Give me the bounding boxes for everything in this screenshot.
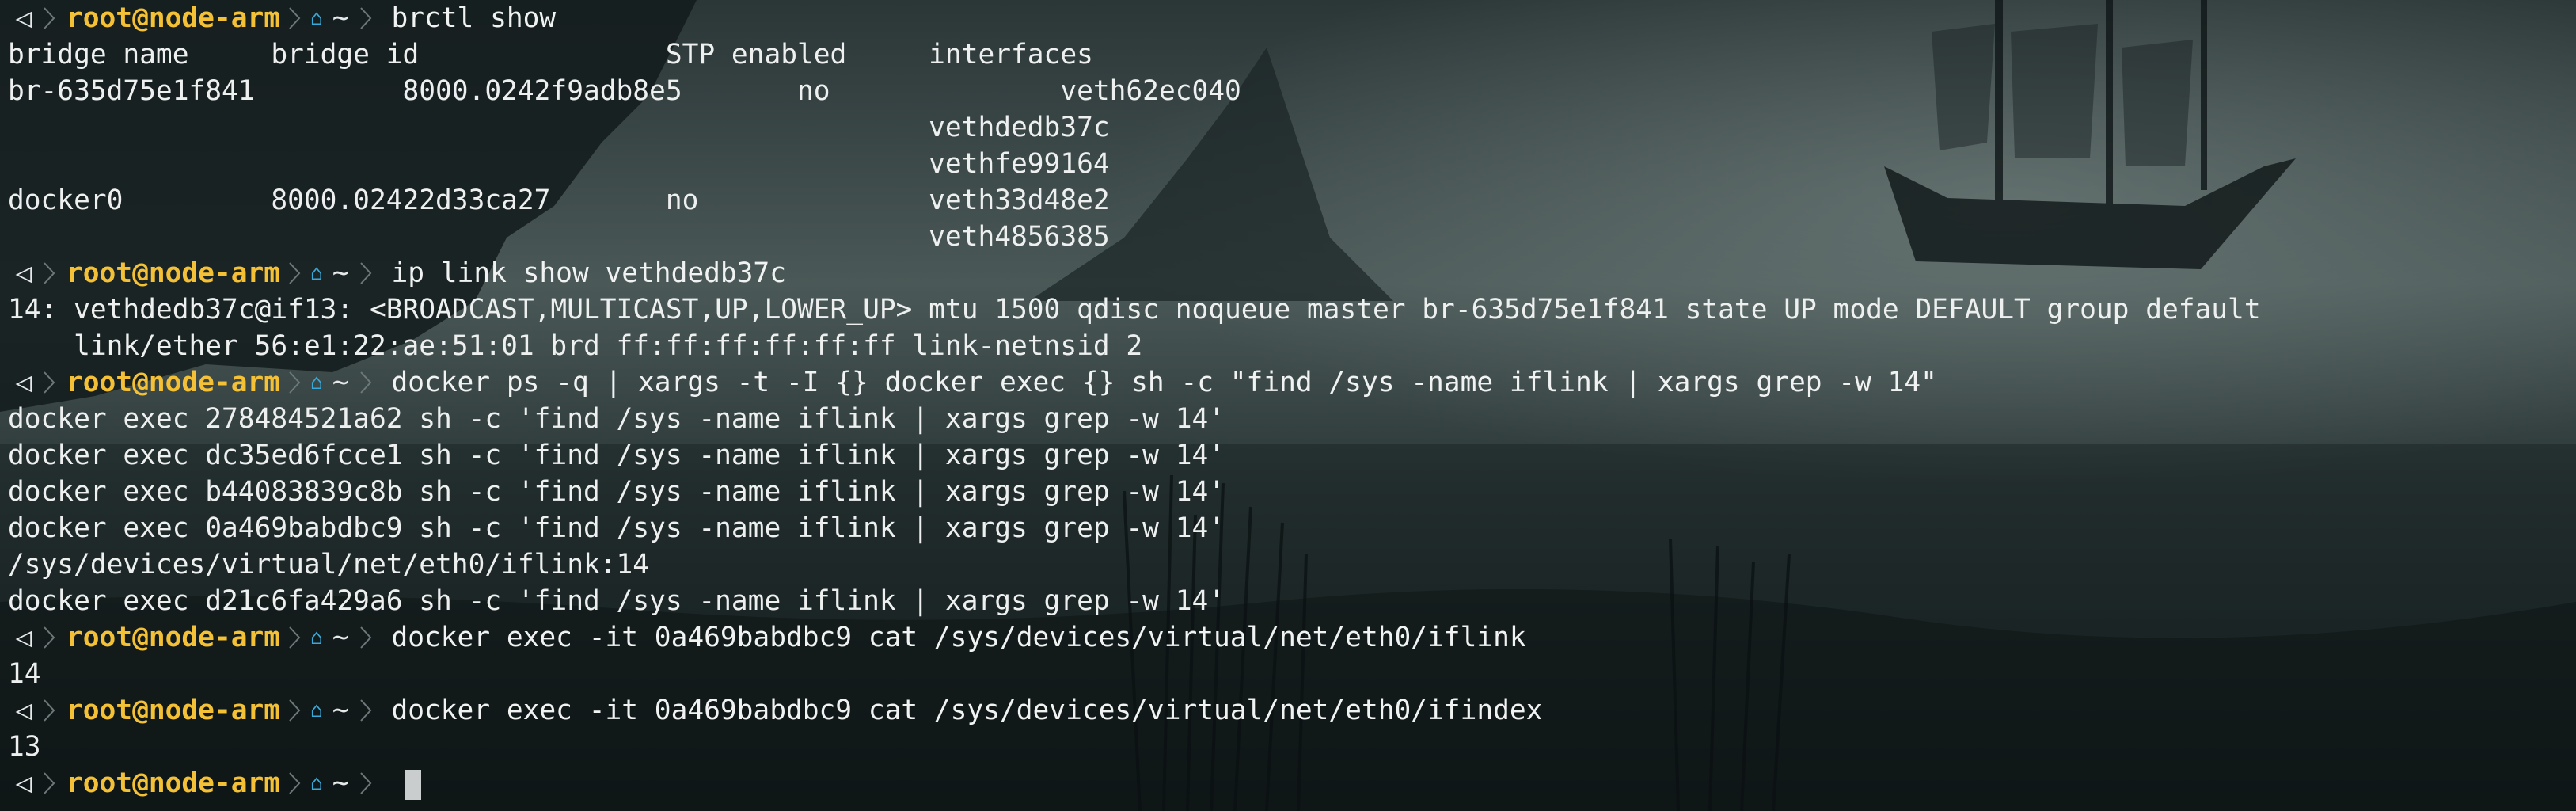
prompt-cwd: ~ (332, 767, 349, 799)
prompt-user-host: root@node-arm (66, 367, 281, 398)
output-line: vethdedb37c (8, 109, 2261, 146)
output-text: veth4856385 (8, 221, 1110, 253)
prompt-separator-icon (289, 772, 301, 794)
output-line: 13 (8, 729, 2261, 765)
prompt-line: ◁ root@node-arm ⌂ ~ docker exec -it 0a469bab… (8, 619, 2261, 656)
shell-prompt: ◁ root@node-arm ⌂ ~ (8, 619, 377, 656)
output-text: vethdedb37c (8, 112, 1110, 143)
prompt-separator-icon (360, 772, 372, 794)
home-icon: ⌂ (310, 371, 323, 394)
os-icon: ◁ (15, 367, 32, 398)
output-text: /sys/devices/virtual/net/eth0/iflink:14 (8, 549, 650, 581)
prompt-cwd: ~ (332, 257, 349, 289)
output-text: docker exec b44083839c8b sh -c 'find /sy… (8, 476, 1225, 508)
shell-prompt: ◁ root@node-arm ⌂ ~ (8, 692, 377, 729)
output-line: bridge name bridge id STP enabled interf… (8, 36, 2261, 73)
shell-prompt: ◁ root@node-arm ⌂ ~ (8, 364, 377, 401)
output-text: 13 (8, 731, 41, 763)
prompt-separator-icon (360, 371, 372, 394)
prompt-separator-icon (289, 7, 301, 29)
prompt-user-host: root@node-arm (66, 695, 281, 726)
output-text: docker0 8000.02422d33ca27 no veth33d48e2 (8, 185, 1110, 216)
prompt-separator-icon (289, 626, 301, 649)
home-icon: ⌂ (310, 626, 323, 649)
prompt-separator-icon (44, 626, 55, 649)
output-line: docker exec 278484521a62 sh -c 'find /sy… (8, 401, 2261, 437)
prompt-separator-icon (289, 699, 301, 722)
shell-prompt: ◁ root@node-arm ⌂ ~ (8, 765, 377, 801)
prompt-cwd: ~ (332, 695, 349, 726)
terminal-window[interactable]: ◁ root@node-arm ⌂ ~ brctl show bridge name br… (0, 0, 2576, 811)
command-text: ip link show vethdedb37c (391, 257, 786, 289)
prompt-line: ◁ root@node-arm ⌂ ~ docker exec -it 0a469bab… (8, 692, 2261, 729)
output-text: br-635d75e1f841 8000.0242f9adb8e5 no vet… (8, 75, 1241, 107)
output-line: /sys/devices/virtual/net/eth0/iflink:14 (8, 546, 2261, 583)
prompt-separator-icon (360, 626, 372, 649)
output-line: link/ether 56:e1:22:ae:51:01 brd ff:ff:f… (8, 328, 2261, 364)
shell-prompt: ◁ root@node-arm ⌂ ~ (8, 0, 377, 36)
output-text: vethfe99164 (8, 148, 1110, 180)
output-line: veth4856385 (8, 219, 2261, 255)
output-line: docker exec 0a469babdbc9 sh -c 'find /sy… (8, 510, 2261, 546)
os-icon: ◁ (15, 695, 32, 726)
os-icon: ◁ (15, 2, 32, 34)
output-text: docker exec d21c6fa429a6 sh -c 'find /sy… (8, 585, 1225, 617)
terminal-output: ◁ root@node-arm ⌂ ~ brctl show bridge name br… (8, 0, 2261, 801)
command-text: docker exec -it 0a469babdbc9 cat /sys/de… (391, 695, 1543, 726)
os-icon: ◁ (15, 767, 32, 799)
prompt-user-host: root@node-arm (66, 767, 281, 799)
os-icon: ◁ (15, 257, 32, 289)
output-line: docker exec dc35ed6fcce1 sh -c 'find /sy… (8, 437, 2261, 474)
prompt-user-host: root@node-arm (66, 257, 281, 289)
text-cursor[interactable] (405, 769, 422, 800)
output-line: 14: vethdedb37c@if13: <BROADCAST,MULTICA… (8, 291, 2261, 328)
output-text: link/ether 56:e1:22:ae:51:01 brd ff:ff:f… (8, 330, 1143, 362)
shell-prompt: ◁ root@node-arm ⌂ ~ (8, 255, 377, 291)
prompt-separator-icon (360, 262, 372, 284)
prompt-separator-icon (289, 262, 301, 284)
output-line: docker0 8000.02422d33ca27 no veth33d48e2 (8, 182, 2261, 219)
prompt-separator-icon (44, 7, 55, 29)
home-icon: ⌂ (310, 261, 323, 285)
prompt-line: ◁ root@node-arm ⌂ ~ (8, 765, 2261, 801)
prompt-user-host: root@node-arm (66, 2, 281, 34)
home-icon: ⌂ (310, 6, 323, 30)
prompt-separator-icon (289, 371, 301, 394)
command-text: docker exec -it 0a469babdbc9 cat /sys/de… (391, 622, 1526, 653)
command-text: brctl show (391, 2, 557, 34)
output-text: docker exec 278484521a62 sh -c 'find /sy… (8, 403, 1225, 435)
prompt-separator-icon (44, 371, 55, 394)
prompt-line: ◁ root@node-arm ⌂ ~ brctl show (8, 0, 2261, 36)
output-line: docker exec b44083839c8b sh -c 'find /sy… (8, 474, 2261, 510)
output-text: 14: vethdedb37c@if13: <BROADCAST,MULTICA… (8, 294, 2261, 326)
prompt-separator-icon (44, 262, 55, 284)
output-line: 14 (8, 656, 2261, 692)
prompt-line: ◁ root@node-arm ⌂ ~ ip link show vethdedb37c (8, 255, 2261, 291)
output-text: bridge name bridge id STP enabled interf… (8, 39, 1093, 70)
prompt-separator-icon (44, 772, 55, 794)
command-text: docker ps -q | xargs -t -I {} docker exe… (391, 367, 1937, 398)
output-text: docker exec 0a469babdbc9 sh -c 'find /sy… (8, 512, 1225, 544)
output-line: vethfe99164 (8, 146, 2261, 182)
prompt-cwd: ~ (332, 2, 349, 34)
output-text: docker exec dc35ed6fcce1 sh -c 'find /sy… (8, 440, 1225, 471)
prompt-line: ◁ root@node-arm ⌂ ~ docker ps -q | xargs -t … (8, 364, 2261, 401)
output-line: br-635d75e1f841 8000.0242f9adb8e5 no vet… (8, 73, 2261, 109)
prompt-separator-icon (360, 7, 372, 29)
prompt-cwd: ~ (332, 622, 349, 653)
prompt-separator-icon (44, 699, 55, 722)
home-icon: ⌂ (310, 699, 323, 722)
prompt-cwd: ~ (332, 367, 349, 398)
home-icon: ⌂ (310, 771, 323, 795)
prompt-user-host: root@node-arm (66, 622, 281, 653)
os-icon: ◁ (15, 622, 32, 653)
output-text: 14 (8, 658, 41, 690)
command-text[interactable] (377, 767, 391, 799)
output-line: docker exec d21c6fa429a6 sh -c 'find /sy… (8, 583, 2261, 619)
prompt-separator-icon (360, 699, 372, 722)
